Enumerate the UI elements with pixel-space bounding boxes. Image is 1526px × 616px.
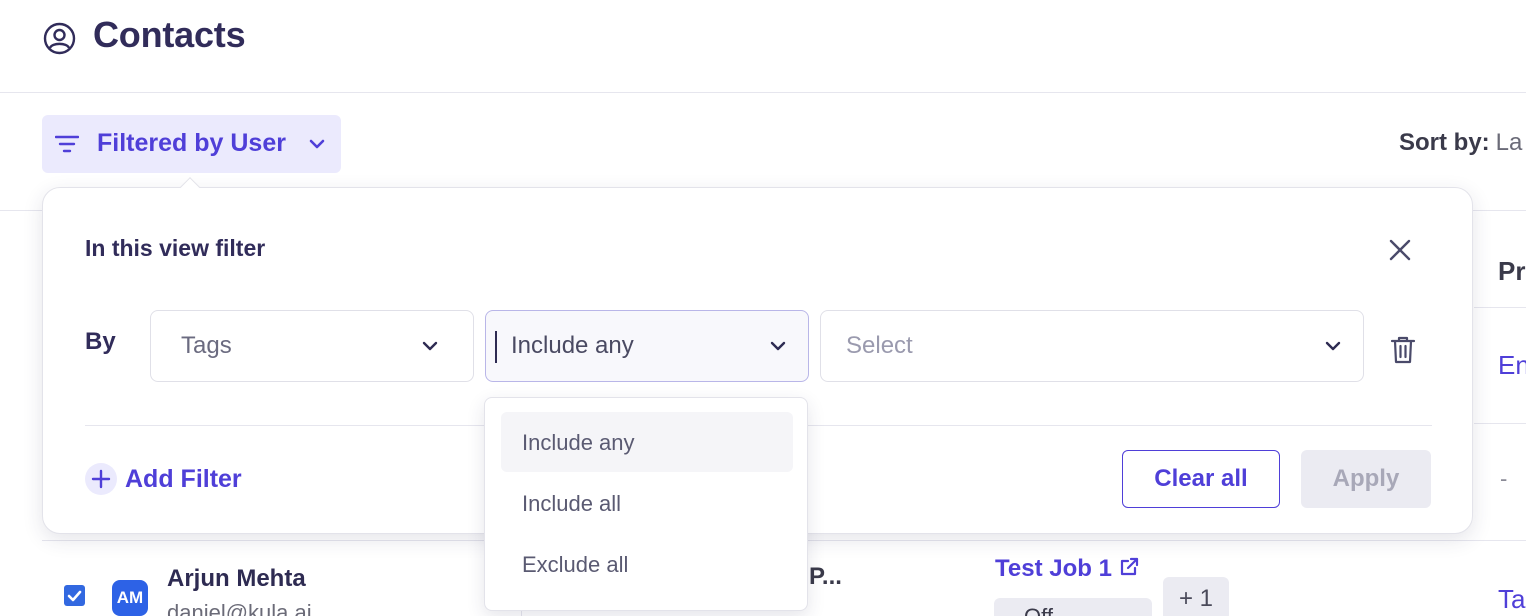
sort-control[interactable]: Sort by: La (1399, 129, 1522, 157)
menu-item-include-all[interactable]: Include all (501, 473, 793, 533)
chevron-down-icon (309, 139, 325, 149)
table-cell-link[interactable]: En (1498, 350, 1526, 381)
page-title: Contacts (93, 14, 246, 55)
chevron-down-icon (770, 341, 786, 351)
table-column-header: Pr (1498, 256, 1526, 286)
contact-name[interactable]: Arjun Mehta (167, 565, 306, 593)
operator-menu: Include any Include all Exclude all (484, 397, 808, 611)
row-divider (1474, 307, 1526, 308)
table-cell-text: P... (809, 563, 842, 590)
by-label: By (85, 328, 116, 355)
filter-lines-icon (55, 135, 79, 153)
close-icon[interactable] (1385, 235, 1415, 265)
chevron-down-icon (1325, 341, 1341, 351)
status-chip: Off (994, 598, 1152, 616)
check-icon (67, 590, 82, 601)
value-select-placeholder: Select (846, 332, 913, 359)
add-filter-button[interactable]: Add Filter (85, 463, 242, 495)
filter-button-label: Filtered by User (97, 129, 286, 157)
sort-label: Sort by: (1399, 129, 1490, 156)
more-jobs-badge[interactable]: + 1 (1163, 577, 1229, 616)
external-link-icon (1120, 557, 1139, 576)
clear-all-button[interactable]: Clear all (1122, 450, 1280, 508)
menu-item-include-any[interactable]: Include any (501, 412, 793, 472)
menu-item-label: Exclude all (522, 552, 629, 577)
operator-select-value: Include any (511, 332, 634, 359)
table-cell-link[interactable]: Ta (1498, 584, 1525, 615)
add-filter-label: Add Filter (125, 464, 242, 493)
menu-item-label: Include any (522, 430, 635, 455)
trash-icon[interactable] (1390, 335, 1416, 365)
operator-select[interactable]: Include any (485, 310, 809, 382)
row-checkbox[interactable] (64, 585, 85, 606)
field-select-value: Tags (181, 332, 232, 359)
filtered-by-user-button[interactable]: Filtered by User (42, 115, 341, 173)
contacts-page: Contacts Filtered by User Sort by: La Pr … (0, 0, 1526, 616)
field-select[interactable]: Tags (150, 310, 474, 382)
status-chip-label: Off (1024, 604, 1053, 616)
table-cell-empty: - (1500, 466, 1508, 491)
page-header: Contacts (0, 0, 1526, 93)
filter-panel-title: In this view filter (85, 235, 266, 261)
sort-value: La (1495, 129, 1523, 156)
text-cursor (495, 331, 497, 363)
menu-item-label: Include all (522, 491, 622, 516)
contact-email: daniel@kula.ai (167, 600, 312, 616)
value-select[interactable]: Select (820, 310, 1364, 382)
avatar: AM (112, 580, 148, 616)
job-link[interactable]: Test Job 1 (995, 555, 1140, 583)
job-link-label: Test Job 1 (995, 555, 1112, 582)
row-divider (1474, 423, 1526, 424)
apply-button[interactable]: Apply (1301, 450, 1431, 508)
chevron-down-icon (422, 341, 438, 351)
menu-item-exclude-all[interactable]: Exclude all (501, 534, 793, 594)
plus-icon (85, 463, 117, 495)
user-circle-icon (43, 22, 76, 55)
